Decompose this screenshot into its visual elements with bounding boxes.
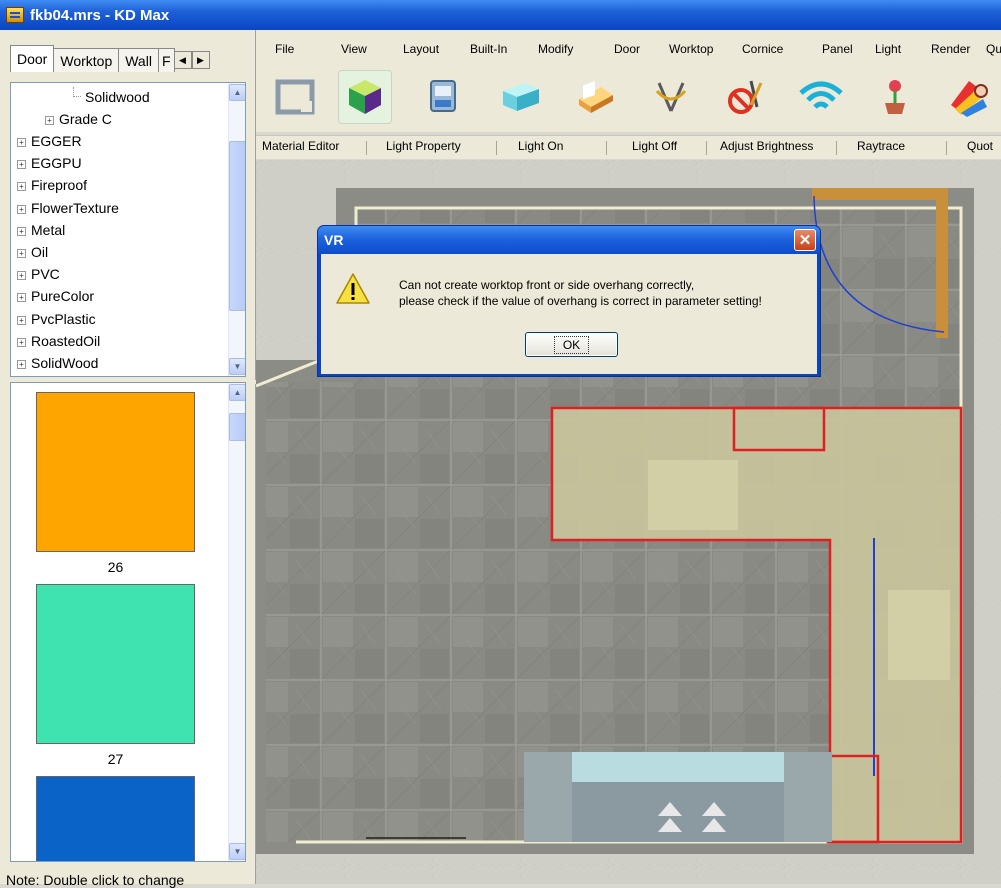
menu-cornice[interactable]: Cornice — [742, 42, 783, 56]
scroll-down-icon[interactable]: ▼ — [229, 843, 245, 860]
tree-item-eggpu[interactable]: + EGGPU — [17, 153, 82, 173]
swatch-28[interactable] — [36, 776, 195, 861]
tree-item-solidwood[interactable]: + SolidWood — [17, 353, 98, 373]
left-panel: Door Worktop Wall F ◀ ▶ Solidwood + Grade… — [0, 30, 256, 888]
tree-item-pvc[interactable]: + PVC — [17, 264, 60, 284]
menu-bar: File View Layout Built-In Modify Door Wo… — [256, 30, 1001, 62]
menu-file[interactable]: File — [275, 42, 294, 56]
swatch-list: 26 27 ▲ ▼ — [10, 382, 246, 862]
expand-icon[interactable]: + — [17, 248, 26, 258]
dialog-message-line1: Can not create worktop front or side ove… — [399, 278, 695, 292]
tab-worktop[interactable]: Worktop — [53, 48, 120, 72]
swatch-27[interactable] — [36, 584, 195, 744]
warning-icon — [335, 272, 371, 309]
scroll-thumb[interactable] — [229, 141, 245, 311]
scroll-up-icon[interactable]: ▲ — [229, 84, 245, 101]
toolbar — [256, 62, 1001, 132]
dialog-body: Can not create worktop front or side ove… — [321, 254, 817, 374]
menu-modify[interactable]: Modify — [538, 42, 573, 56]
expand-icon[interactable]: + — [17, 315, 26, 325]
menu-light[interactable]: Light — [875, 42, 901, 56]
window-titlebar: fkb04.mrs - KD Max — [0, 0, 1001, 30]
material-tree: Solidwood + Grade C + EGGER + EGGPU + Firepr… — [10, 82, 246, 377]
tree-item-roastedoil[interactable]: + RoastedOil — [17, 331, 100, 351]
expand-icon[interactable]: + — [17, 359, 26, 369]
tree-scrollbar[interactable]: ▲ ▼ — [228, 83, 245, 376]
swatch-label: 26 — [107, 559, 124, 575]
tree-item-purecolor[interactable]: + PureColor — [17, 286, 94, 306]
wood-panel-icon[interactable] — [568, 70, 622, 124]
tree-item-egger[interactable]: + EGGER — [17, 131, 82, 151]
material-tabs: Door Worktop Wall F ◀ ▶ — [10, 45, 210, 72]
ok-button[interactable]: OK — [525, 332, 618, 357]
tree-item-fireproof[interactable]: + Fireproof — [17, 175, 87, 195]
menu-render[interactable]: Render — [931, 42, 970, 56]
light-on-button[interactable]: Light On — [518, 139, 563, 153]
render-subtoolbar: Material Editor Light Property Light On … — [256, 135, 1001, 159]
flower-pot-icon[interactable] — [868, 70, 922, 124]
scroll-up-icon[interactable]: ▲ — [229, 384, 245, 401]
no-tool-icon[interactable] — [718, 70, 772, 124]
expand-icon[interactable]: + — [17, 204, 26, 214]
tree-item-metal[interactable]: + Metal — [17, 220, 65, 240]
wireless-light-icon[interactable] — [794, 70, 848, 124]
blank-frame-icon[interactable] — [268, 70, 322, 124]
scroll-down-icon[interactable]: ▼ — [229, 358, 245, 375]
tab-scroll-left-icon[interactable]: ◀ — [173, 51, 192, 69]
menu-worktop[interactable]: Worktop — [669, 42, 713, 56]
menu-view[interactable]: View — [341, 42, 367, 56]
drafting-tool-icon[interactable] — [644, 70, 698, 124]
tree-item-oil[interactable]: + Oil — [17, 242, 48, 262]
error-dialog: VR ✕ Can not create worktop front or sid… — [317, 225, 821, 377]
menu-quote[interactable]: Qu — [986, 42, 1001, 56]
expand-icon[interactable]: + — [45, 115, 54, 125]
color-cube-icon[interactable] — [338, 70, 392, 124]
material-editor-button[interactable]: Material Editor — [262, 139, 339, 153]
tab-f[interactable]: F — [157, 48, 175, 72]
close-icon[interactable]: ✕ — [794, 229, 816, 251]
menu-panel[interactable]: Panel — [822, 42, 853, 56]
tree-item-flowertexture[interactable]: + FlowerTexture — [17, 198, 119, 218]
expand-icon[interactable]: + — [17, 159, 26, 169]
expand-icon[interactable]: + — [17, 337, 26, 347]
light-off-button[interactable]: Light Off — [632, 139, 677, 153]
cabinet-icon[interactable] — [494, 70, 548, 124]
expand-icon[interactable]: + — [17, 270, 26, 280]
tree-item-solidwood-c[interactable]: Solidwood — [73, 87, 150, 107]
tab-wall[interactable]: Wall — [118, 48, 159, 72]
dialog-message-line2: please check if the value of overhang is… — [399, 294, 762, 308]
raytrace-button[interactable]: Raytrace — [857, 139, 905, 153]
window-title: fkb04.mrs - KD Max — [30, 6, 170, 24]
color-palette-icon[interactable] — [942, 70, 996, 124]
quote-button[interactable]: Quot — [967, 139, 993, 153]
expand-icon[interactable]: + — [17, 137, 26, 147]
scroll-thumb[interactable] — [229, 413, 245, 441]
dialog-titlebar[interactable]: VR ✕ — [318, 226, 820, 254]
dialog-title: VR — [324, 232, 344, 248]
tab-door[interactable]: Door — [10, 45, 55, 72]
status-note: Note: Double click to change — [6, 872, 185, 888]
expand-icon[interactable]: + — [17, 181, 26, 191]
menu-door[interactable]: Door — [614, 42, 640, 56]
tab-scroll-right-icon[interactable]: ▶ — [191, 51, 210, 69]
adjust-brightness-button[interactable]: Adjust Brightness — [720, 139, 813, 153]
swatch-label: 27 — [107, 751, 124, 767]
swatch-26[interactable] — [36, 392, 195, 552]
swatch-scrollbar[interactable]: ▲ ▼ — [228, 383, 245, 861]
menu-built-in[interactable]: Built-In — [470, 42, 507, 56]
tree-item-grade-c[interactable]: + Grade C — [45, 109, 112, 129]
light-property-button[interactable]: Light Property — [386, 139, 461, 153]
app-icon — [6, 7, 24, 23]
expand-icon[interactable]: + — [17, 226, 26, 236]
menu-layout[interactable]: Layout — [403, 42, 439, 56]
expand-icon[interactable]: + — [17, 292, 26, 302]
tree-item-pvcplastic[interactable]: + PvcPlastic — [17, 309, 96, 329]
monitor-settings-icon[interactable] — [416, 70, 470, 124]
